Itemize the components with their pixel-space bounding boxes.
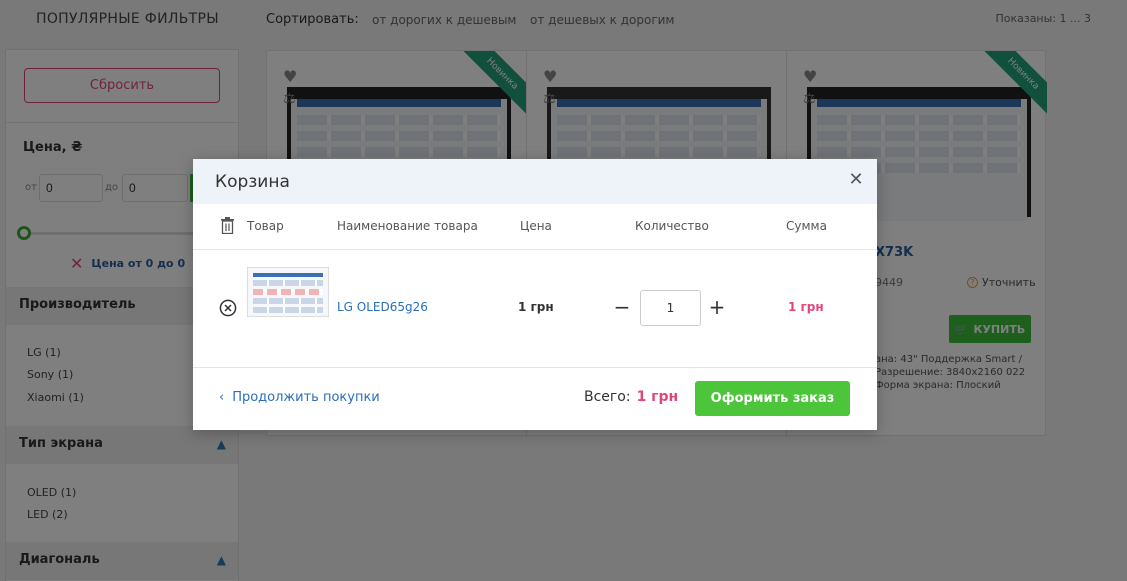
column-product: Товар [247,219,284,233]
quantity-increase-button[interactable]: + [707,294,727,320]
remove-item-icon[interactable] [219,299,237,317]
cart-item-price: 1 грн [518,300,554,314]
quantity-decrease-button[interactable]: − [612,294,632,320]
close-icon[interactable]: ✕ [847,171,865,189]
cart-modal-header: Корзина ✕ [193,159,877,204]
continue-shopping-link[interactable]: ‹ Продолжить покупки [219,390,380,405]
divider [193,249,877,250]
chevron-left-icon: ‹ [219,390,225,405]
cart-title: Корзина [215,172,290,192]
cart-item-thumbnail[interactable] [247,267,329,317]
cart-total: Всего: 1 грн [584,389,678,405]
cart-modal: Корзина ✕ Товар Наименование товара Цена… [193,159,877,430]
checkout-button[interactable]: Оформить заказ [695,381,850,416]
cart-item-sum: 1 грн [788,300,824,314]
quantity-input[interactable] [640,290,701,326]
total-label: Всего: [584,389,631,405]
column-name: Наименование товара [337,219,478,233]
cart-item-name[interactable]: LG OLED65g26 [337,300,428,314]
column-quantity: Количество [635,219,709,233]
trash-icon[interactable] [220,217,235,234]
divider [193,367,877,368]
column-sum: Сумма [786,219,827,233]
column-price: Цена [520,219,552,233]
continue-shopping-label: Продолжить покупки [232,390,380,405]
total-value: 1 грн [636,389,679,405]
